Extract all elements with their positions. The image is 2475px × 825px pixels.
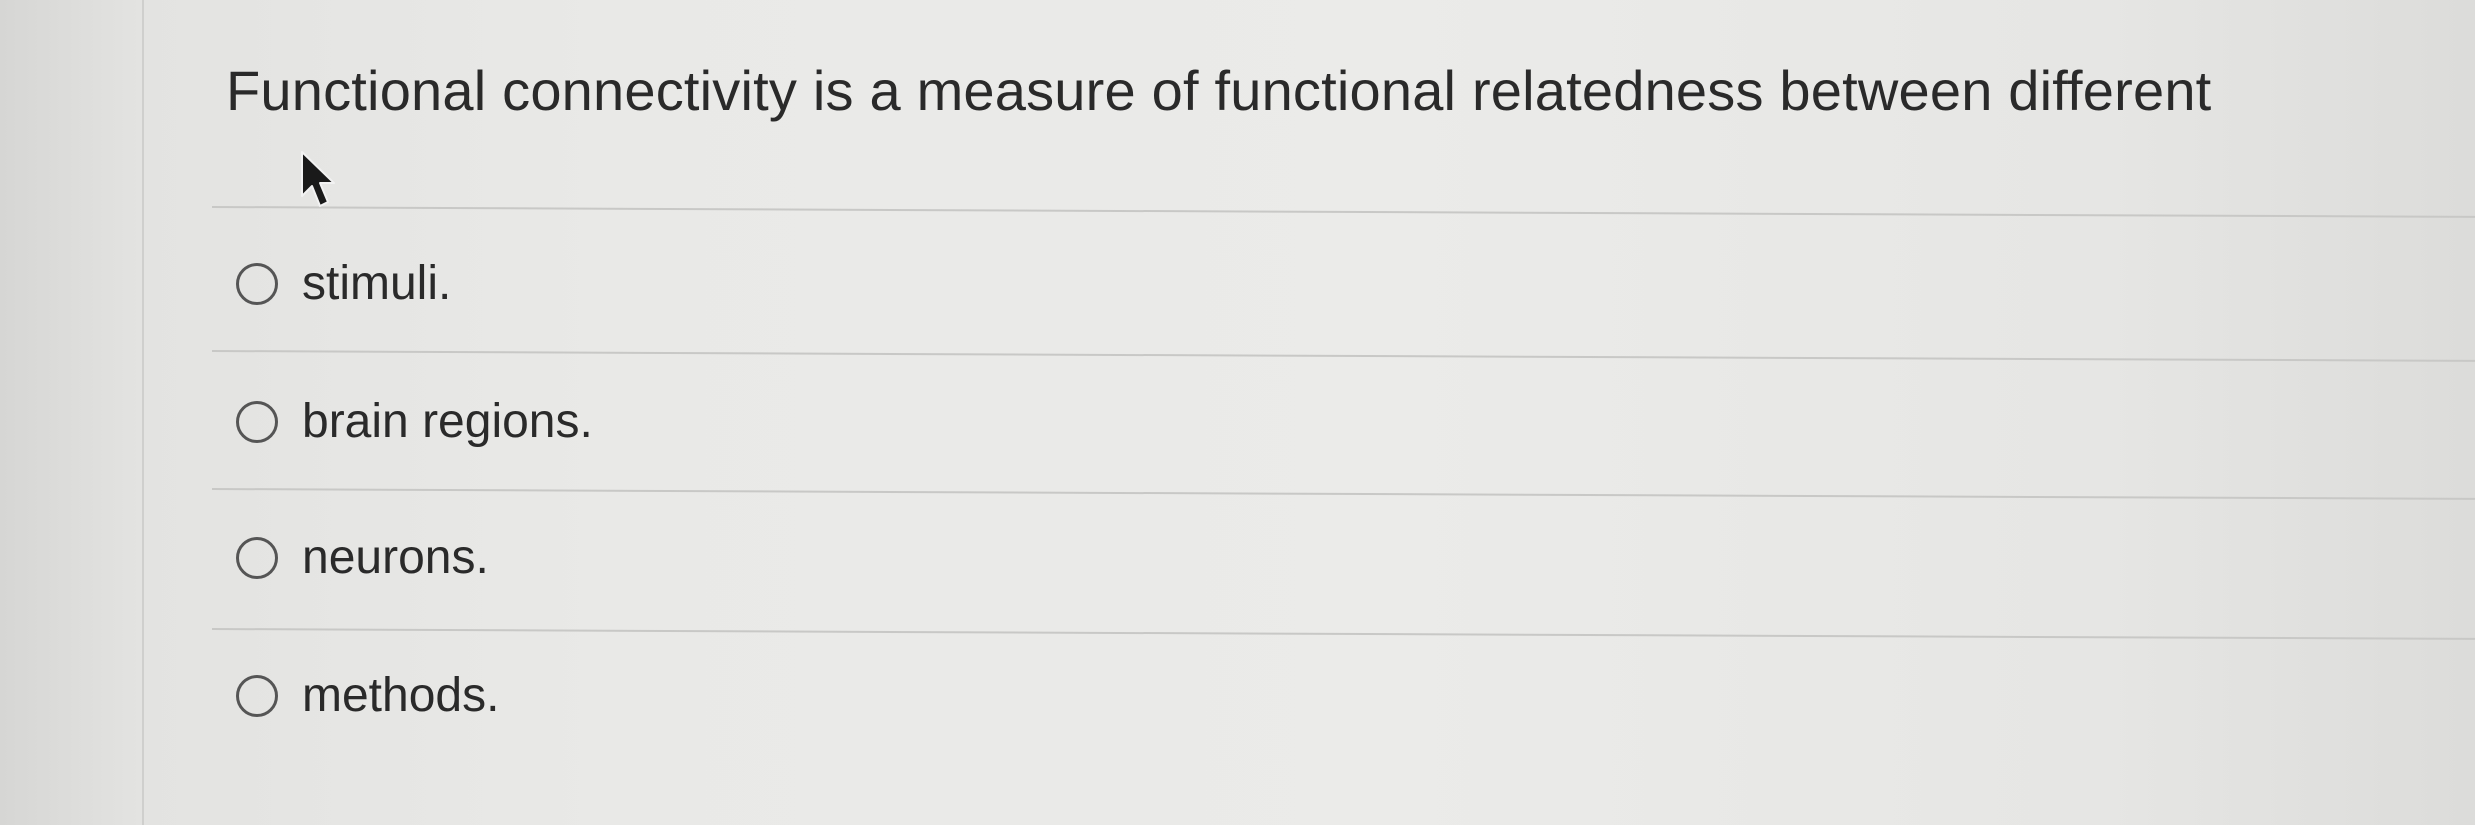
radio-button[interactable] (236, 262, 278, 305)
radio-button[interactable] (236, 674, 278, 717)
option-brain-regions[interactable]: brain regions. (236, 394, 593, 449)
option-label: stimuli. (302, 257, 452, 310)
option-stimuli[interactable]: stimuli. (236, 256, 451, 311)
option-neurons[interactable]: neurons. (236, 530, 489, 585)
divider (211, 206, 2475, 218)
divider (211, 488, 2475, 500)
divider (211, 628, 2475, 640)
mouse-pointer-icon (301, 151, 335, 207)
quiz-page: Functional connectivity is a measure of … (0, 0, 2475, 825)
content-left-border (142, 0, 144, 825)
radio-button[interactable] (236, 400, 278, 443)
question-text: Functional connectivity is a measure of … (226, 59, 2212, 122)
option-methods[interactable]: methods. (236, 668, 499, 723)
option-label: methods. (302, 669, 500, 722)
radio-button[interactable] (236, 536, 278, 579)
option-label: brain regions. (302, 395, 593, 448)
divider (211, 350, 2475, 362)
option-label: neurons. (302, 531, 489, 584)
